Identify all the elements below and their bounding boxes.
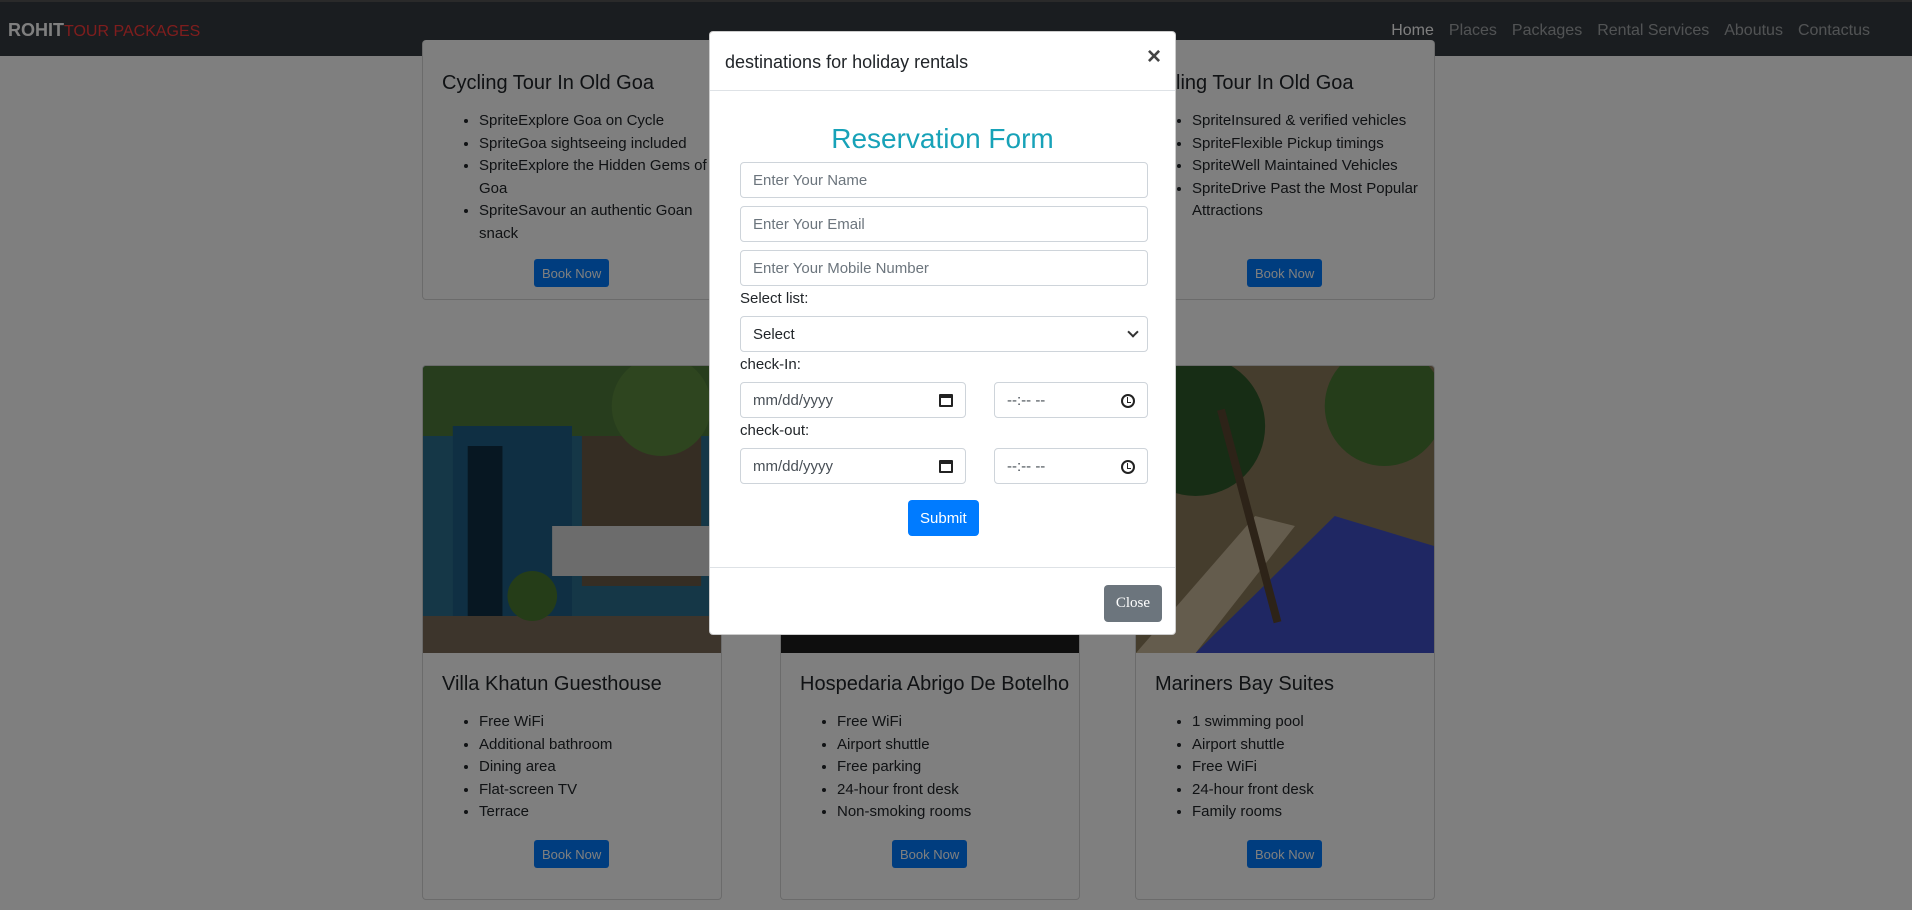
select-value: Select	[753, 325, 795, 343]
mobile-input[interactable]: Enter Your Mobile Number	[740, 250, 1148, 286]
email-input[interactable]: Enter Your Email	[740, 206, 1148, 242]
close-icon[interactable]: ×	[1147, 45, 1161, 69]
checkin-time-placeholder: --:-- --	[1007, 391, 1046, 409]
clock-icon[interactable]	[1121, 460, 1135, 474]
chevron-down-icon	[1127, 326, 1139, 338]
select-label: Select list:	[740, 290, 809, 307]
checkout-date-placeholder: mm/dd/yyyy	[753, 457, 834, 475]
calendar-icon[interactable]	[939, 460, 953, 473]
close-button[interactable]: Close	[1103, 585, 1162, 622]
checkin-time-input[interactable]: --:-- --	[994, 382, 1148, 418]
checkin-date-placeholder: mm/dd/yyyy	[753, 391, 834, 409]
modal-footer: Close	[710, 567, 1175, 635]
mobile-placeholder: Enter Your Mobile Number	[753, 259, 929, 277]
submit-button[interactable]: Submit	[908, 500, 979, 536]
calendar-icon[interactable]	[939, 394, 953, 407]
reservation-modal: destinations for holiday rentals × Reser…	[709, 31, 1176, 635]
clock-icon[interactable]	[1121, 394, 1135, 408]
modal-header: destinations for holiday rentals ×	[710, 32, 1175, 91]
checkout-date-input[interactable]: mm/dd/yyyy	[740, 448, 966, 484]
modal-title: destinations for holiday rentals	[725, 52, 969, 72]
checkout-label: check-out:	[740, 422, 810, 439]
checkout-time-input[interactable]: --:-- --	[994, 448, 1148, 484]
email-placeholder: Enter Your Email	[753, 215, 865, 233]
name-placeholder: Enter Your Name	[753, 171, 868, 189]
checkin-label: check-In:	[740, 356, 801, 373]
checkin-date-input[interactable]: mm/dd/yyyy	[740, 382, 966, 418]
checkout-time-placeholder: --:-- --	[1007, 457, 1046, 475]
name-input[interactable]: Enter Your Name	[740, 162, 1148, 198]
select-dropdown[interactable]: Select	[740, 316, 1148, 352]
form-heading: Reservation Form	[831, 123, 1054, 154]
